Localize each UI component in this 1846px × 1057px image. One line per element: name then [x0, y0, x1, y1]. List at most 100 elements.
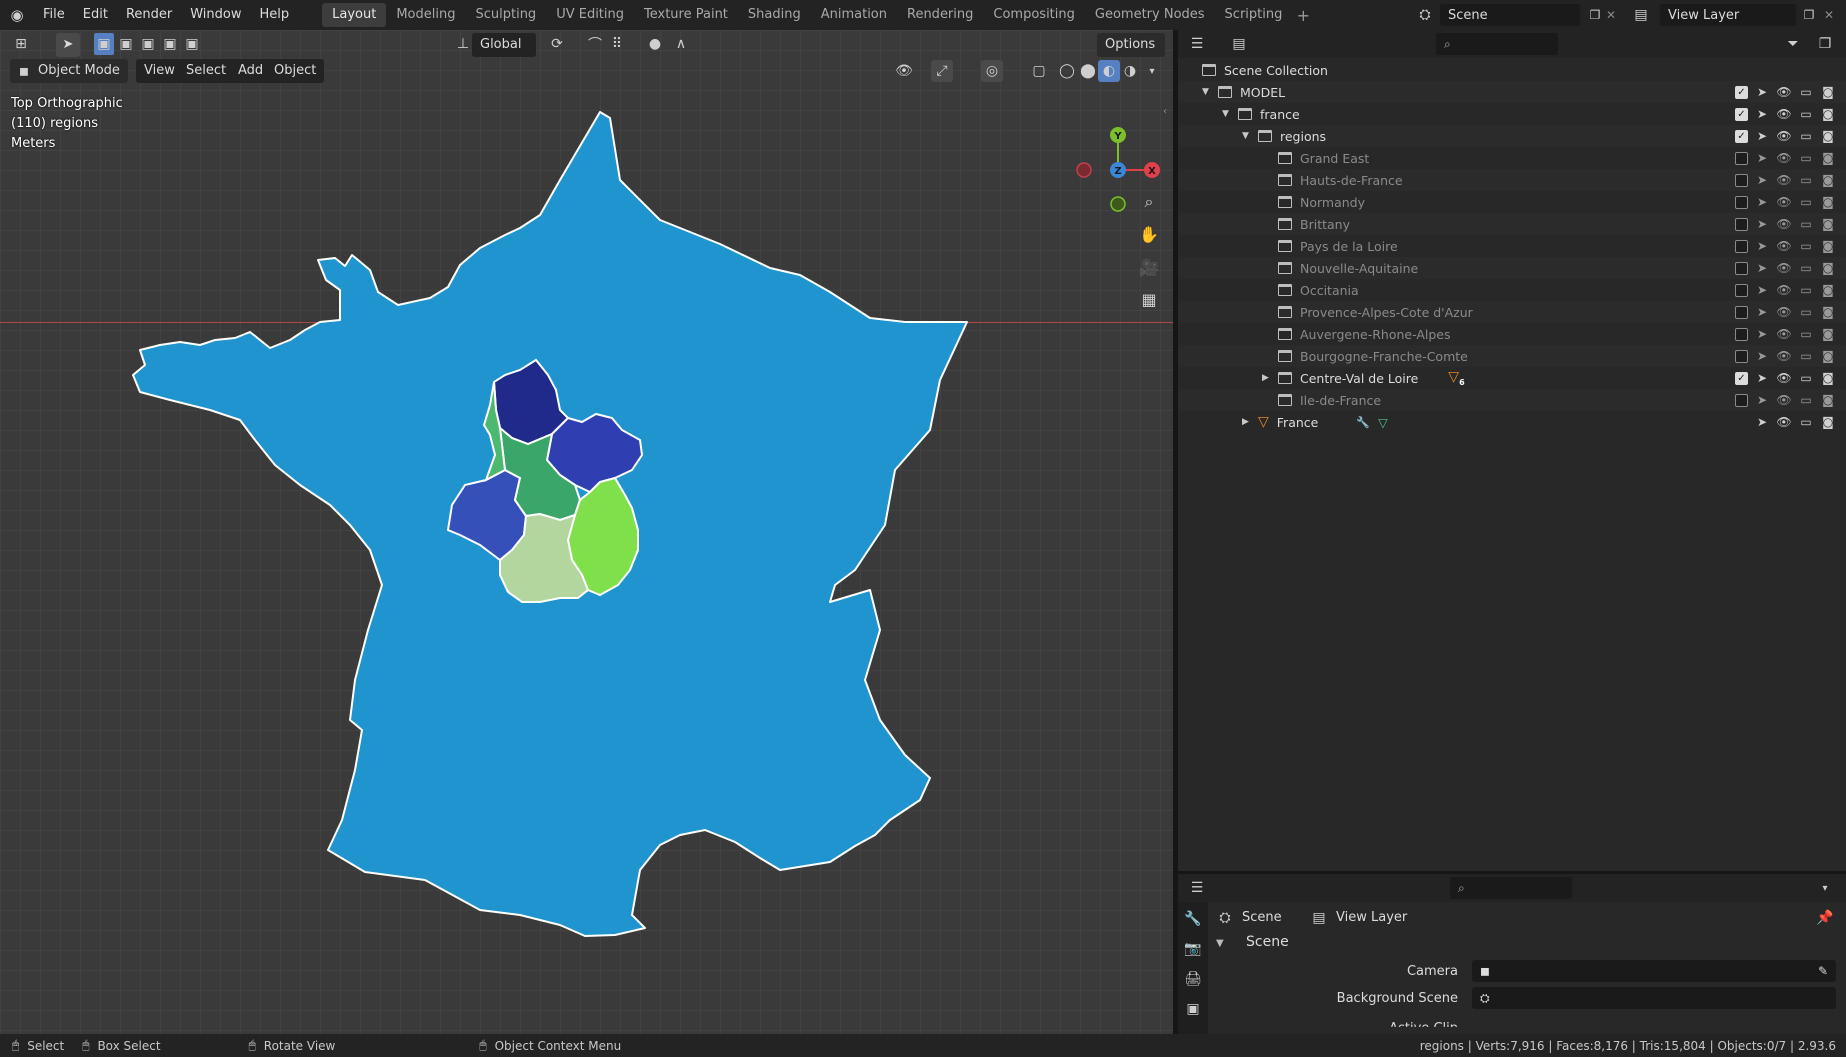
visibility-eye-icon[interactable]: 👁	[1776, 260, 1792, 276]
breadcrumb-scene[interactable]: Scene	[1242, 910, 1282, 925]
viewport-disable-icon[interactable]: ▭	[1798, 238, 1814, 254]
tab-compositing[interactable]: Compositing	[983, 3, 1085, 27]
outliner-row[interactable]: Ile-de-France ➤ 👁 ▭ ◙	[1178, 389, 1846, 411]
render-disable-icon[interactable]: ◙	[1820, 128, 1836, 144]
render-disable-icon[interactable]: ◙	[1820, 414, 1836, 430]
visibility-eye-icon[interactable]: 👁	[1776, 84, 1792, 100]
properties-options-icon[interactable]: ▾	[1814, 877, 1836, 899]
panel-collapse-arrow[interactable]: ▼	[1216, 938, 1224, 949]
outliner-row[interactable]: Bourgogne-Franche-Comte ➤ 👁 ▭ ◙	[1178, 345, 1846, 367]
display-mode-icon[interactable]: ▤	[1228, 33, 1250, 55]
visibility-eye-icon[interactable]: 👁	[1776, 392, 1792, 408]
viewport-disable-icon[interactable]: ▭	[1798, 150, 1814, 166]
outliner-row[interactable]: Occitania ➤ 👁 ▭ ◙	[1178, 279, 1846, 301]
select-toggle-icon[interactable]: ➤	[1754, 84, 1770, 100]
visibility-eye-icon[interactable]: 👁	[1776, 150, 1792, 166]
viewport-disable-icon[interactable]: ▭	[1798, 348, 1814, 364]
select-toggle-icon[interactable]: ➤	[1754, 194, 1770, 210]
outliner-row[interactable]: ▼ MODEL ✓ ➤ 👁 ▭ ◙	[1178, 81, 1846, 103]
tab-scripting[interactable]: Scripting	[1215, 3, 1293, 27]
mesh-data-icon[interactable]: ▽	[1378, 415, 1388, 430]
tool-tab-icon[interactable]: 🔧	[1182, 908, 1204, 930]
select-toggle-icon[interactable]: ➤	[1754, 282, 1770, 298]
outliner-row-scene-collection[interactable]: Scene Collection	[1178, 59, 1846, 81]
pin-icon[interactable]: 📌	[1814, 907, 1836, 929]
select-toggle-icon[interactable]: ➤	[1754, 414, 1770, 430]
modifier-wrench-icon[interactable]: 🔧	[1356, 416, 1370, 429]
scene-name-field[interactable]: Scene	[1440, 4, 1580, 26]
scene-selector-icon[interactable]: ⛭	[1414, 4, 1436, 26]
camera-field[interactable]: ◼ ✎	[1472, 960, 1836, 982]
filter-icon[interactable]: ⏷	[1782, 33, 1804, 55]
viewport-disable-icon[interactable]: ▭	[1798, 194, 1814, 210]
visibility-eye-icon[interactable]: 👁	[1776, 304, 1792, 320]
visibility-eye-icon[interactable]: 👁	[1776, 128, 1792, 144]
zoom-icon[interactable]: ⌕	[1136, 189, 1162, 215]
tab-uv-editing[interactable]: UV Editing	[546, 3, 634, 27]
viewport-disable-icon[interactable]: ▭	[1798, 414, 1814, 430]
blender-logo-icon[interactable]: ◉	[0, 0, 34, 30]
ortho-grid-icon[interactable]: ▦	[1136, 286, 1162, 312]
render-tab-icon[interactable]: 📷	[1182, 938, 1204, 960]
new-view-layer-icon[interactable]: ❐	[1798, 4, 1820, 26]
render-disable-icon[interactable]: ◙	[1820, 370, 1836, 386]
output-tab-icon[interactable]: 🖨	[1182, 968, 1204, 990]
visibility-eye-icon[interactable]: 👁	[1776, 348, 1792, 364]
collapse-arrow-icon[interactable]: ▶	[1262, 373, 1278, 383]
render-disable-icon[interactable]: ◙	[1820, 304, 1836, 320]
exclude-checkbox[interactable]: ✓	[1735, 371, 1748, 385]
viewport-disable-icon[interactable]: ▭	[1798, 106, 1814, 122]
outliner-row[interactable]: Brittany ➤ 👁 ▭ ◙	[1178, 213, 1846, 235]
visibility-eye-icon[interactable]: 👁	[1776, 194, 1792, 210]
select-toggle-icon[interactable]: ➤	[1754, 260, 1770, 276]
exclude-checkbox[interactable]	[1735, 349, 1748, 363]
breadcrumb-view-layer[interactable]: View Layer	[1336, 910, 1407, 925]
visibility-eye-icon[interactable]: 👁	[1776, 238, 1792, 254]
menu-help[interactable]: Help	[251, 0, 299, 30]
exclude-checkbox[interactable]	[1735, 173, 1748, 187]
new-collection-icon[interactable]: ❐	[1814, 33, 1836, 55]
outliner-row[interactable]: Auvergene-Rhone-Alpes ➤ 👁 ▭ ◙	[1178, 323, 1846, 345]
exclude-checkbox[interactable]	[1735, 217, 1748, 231]
exclude-checkbox[interactable]: ✓	[1735, 107, 1748, 121]
outliner-row[interactable]: ▼ regions ✓ ➤ 👁 ▭ ◙	[1178, 125, 1846, 147]
visibility-eye-icon[interactable]: 👁	[1776, 216, 1792, 232]
background-scene-field[interactable]: ⛭	[1472, 987, 1836, 1009]
menu-window[interactable]: Window	[181, 0, 250, 30]
viewport-disable-icon[interactable]: ▭	[1798, 260, 1814, 276]
exclude-checkbox[interactable]	[1735, 305, 1748, 319]
visibility-eye-icon[interactable]: 👁	[1776, 370, 1792, 386]
mesh-count-badge-icon[interactable]: ▽6	[1448, 369, 1464, 387]
tab-layout[interactable]: Layout	[322, 3, 387, 27]
select-toggle-icon[interactable]: ➤	[1754, 326, 1770, 342]
exclude-checkbox[interactable]	[1735, 261, 1748, 275]
3d-viewport[interactable]: ⊞ ➤ ▣ ▣ ▣ ▣ ▣ ⊥ Global ⟳ ⌒ ⠿ ● ∧ Options…	[0, 30, 1173, 1034]
delete-view-layer-icon[interactable]: ✕	[1818, 4, 1840, 26]
visibility-eye-icon[interactable]: 👁	[1776, 414, 1792, 430]
viewport-disable-icon[interactable]: ▭	[1798, 172, 1814, 188]
eyedropper-icon[interactable]: ✎	[1818, 964, 1828, 978]
expand-arrow-icon[interactable]: ▼	[1242, 131, 1258, 141]
visibility-eye-icon[interactable]: 👁	[1776, 326, 1792, 342]
render-disable-icon[interactable]: ◙	[1820, 260, 1836, 276]
tab-sculpting[interactable]: Sculpting	[465, 3, 546, 27]
add-workspace-icon[interactable]: +	[1292, 4, 1314, 26]
exclude-checkbox[interactable]	[1735, 195, 1748, 209]
select-toggle-icon[interactable]: ➤	[1754, 150, 1770, 166]
render-disable-icon[interactable]: ◙	[1820, 216, 1836, 232]
menu-file[interactable]: File	[34, 0, 74, 30]
tab-modeling[interactable]: Modeling	[386, 3, 465, 27]
tab-animation[interactable]: Animation	[811, 3, 897, 27]
view-layer-tab-icon[interactable]: ▣	[1182, 998, 1204, 1020]
render-disable-icon[interactable]: ◙	[1820, 326, 1836, 342]
exclude-checkbox[interactable]	[1735, 239, 1748, 253]
outliner-row[interactable]: Grand East ➤ 👁 ▭ ◙	[1178, 147, 1846, 169]
select-toggle-icon[interactable]: ➤	[1754, 238, 1770, 254]
select-toggle-icon[interactable]: ➤	[1754, 370, 1770, 386]
select-toggle-icon[interactable]: ➤	[1754, 392, 1770, 408]
outliner-row[interactable]: ▶ ▽ France 🔧 ▽ ➤ 👁 ▭ ◙	[1178, 411, 1846, 433]
exclude-checkbox[interactable]	[1735, 151, 1748, 165]
exclude-checkbox[interactable]: ✓	[1735, 85, 1748, 99]
render-disable-icon[interactable]: ◙	[1820, 282, 1836, 298]
render-disable-icon[interactable]: ◙	[1820, 238, 1836, 254]
